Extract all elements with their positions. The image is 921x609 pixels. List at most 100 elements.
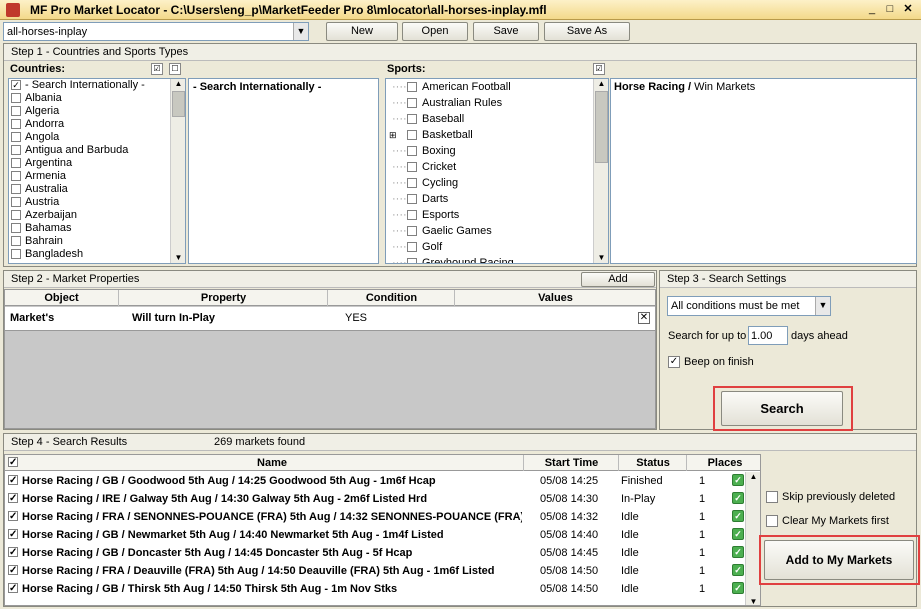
maximize-icon[interactable]: □: [882, 3, 898, 17]
sports-scrollbar[interactable]: ▲ ▼: [593, 79, 608, 263]
country-item[interactable]: Antigua and Barbuda: [9, 144, 185, 157]
result-row[interactable]: ✓ Horse Racing / GB / Doncaster 5th Aug /…: [5, 544, 745, 562]
uncheck-all-icon[interactable]: ☐: [169, 63, 181, 75]
sport-checkbox[interactable]: [407, 130, 417, 140]
skip-deleted-checkbox[interactable]: [766, 491, 778, 503]
sport-checkbox[interactable]: [407, 146, 417, 156]
sport-checkbox[interactable]: [407, 82, 417, 92]
days-input[interactable]: [748, 326, 788, 345]
sport-checkbox[interactable]: [407, 162, 417, 172]
sport-item[interactable]: ····· Cycling: [386, 175, 608, 191]
scroll-thumb[interactable]: [172, 91, 185, 117]
property-row[interactable]: Market's Will turn In-Play YES ✕: [5, 307, 655, 331]
country-item[interactable]: Angola: [9, 131, 185, 144]
sport-checkbox[interactable]: [407, 258, 417, 263]
sports-list[interactable]: ····· American Football ····· Australian Ru…: [385, 78, 609, 264]
country-checkbox[interactable]: [11, 236, 21, 246]
country-item[interactable]: ✓ - Search Internationally -: [9, 79, 185, 92]
result-row[interactable]: ✓ Horse Racing / FRA / Deauville (FRA) 5t…: [5, 562, 745, 580]
country-item[interactable]: Austria: [9, 196, 185, 209]
select-all-checkbox[interactable]: ✓: [8, 457, 18, 468]
sport-checkbox[interactable]: [407, 114, 417, 124]
conditions-select[interactable]: All conditions must be met ▼: [667, 296, 831, 316]
scroll-up-icon[interactable]: ▲: [171, 79, 185, 89]
sports-check-all-icon[interactable]: ☑: [593, 63, 605, 75]
country-item[interactable]: Albania: [9, 92, 185, 105]
country-checkbox[interactable]: ✓: [11, 80, 21, 90]
scroll-thumb[interactable]: [595, 91, 608, 163]
close-icon[interactable]: ✕: [900, 3, 916, 17]
country-item[interactable]: Argentina: [9, 157, 185, 170]
sport-item[interactable]: ····· Boxing: [386, 143, 608, 159]
result-row[interactable]: ✓ Horse Racing / IRE / Galway 5th Aug / 1…: [5, 490, 745, 508]
sport-item[interactable]: ····· Baseball: [386, 111, 608, 127]
country-checkbox[interactable]: [11, 132, 21, 142]
add-to-my-markets-button[interactable]: Add to My Markets: [764, 540, 914, 580]
save-as-button[interactable]: Save As: [544, 22, 630, 41]
result-row[interactable]: ✓ Horse Racing / GB / Newmarket 5th Aug /…: [5, 526, 745, 544]
country-item[interactable]: Andorra: [9, 118, 185, 131]
result-checkbox[interactable]: ✓: [8, 511, 18, 522]
country-checkbox[interactable]: [11, 158, 21, 168]
scroll-up-icon[interactable]: ▲: [746, 472, 760, 482]
scroll-up-icon[interactable]: ▲: [594, 79, 608, 89]
country-item[interactable]: Bangladesh: [9, 248, 185, 261]
sport-item[interactable]: ····· Golf: [386, 239, 608, 255]
country-checkbox[interactable]: [11, 210, 21, 220]
scroll-down-icon[interactable]: ▼: [171, 253, 185, 263]
country-item[interactable]: Australia: [9, 183, 185, 196]
result-checkbox[interactable]: ✓: [8, 565, 18, 576]
chevron-down-icon[interactable]: ▼: [815, 297, 830, 315]
country-item[interactable]: Bahrain: [9, 235, 185, 248]
chevron-down-icon[interactable]: ▼: [293, 23, 308, 40]
country-checkbox[interactable]: [11, 197, 21, 207]
results-scrollbar[interactable]: ▲ ▼: [745, 472, 760, 605]
sport-checkbox[interactable]: [407, 194, 417, 204]
result-checkbox[interactable]: ✓: [8, 493, 18, 504]
expand-icon[interactable]: ⊞: [389, 127, 397, 143]
sport-item[interactable]: ····· Darts: [386, 191, 608, 207]
country-item[interactable]: Azerbaijan: [9, 209, 185, 222]
country-checkbox[interactable]: [11, 93, 21, 103]
country-checkbox[interactable]: [11, 171, 21, 181]
result-checkbox[interactable]: ✓: [8, 475, 18, 486]
sport-item[interactable]: ⊞ Basketball: [386, 127, 608, 143]
sport-checkbox[interactable]: [407, 242, 417, 252]
countries-scrollbar[interactable]: ▲ ▼: [170, 79, 185, 263]
add-property-button[interactable]: Add: [581, 272, 655, 287]
country-checkbox[interactable]: [11, 249, 21, 259]
country-item[interactable]: Armenia: [9, 170, 185, 183]
country-checkbox[interactable]: [11, 106, 21, 116]
sport-item[interactable]: ····· Australian Rules: [386, 95, 608, 111]
country-checkbox[interactable]: [11, 119, 21, 129]
country-item[interactable]: Bahamas: [9, 222, 185, 235]
sport-item[interactable]: ····· Cricket: [386, 159, 608, 175]
minimize-icon[interactable]: _: [864, 3, 880, 17]
sport-item[interactable]: ····· American Football: [386, 79, 608, 95]
result-checkbox[interactable]: ✓: [8, 583, 18, 594]
country-item[interactable]: Algeria: [9, 105, 185, 118]
result-row[interactable]: ✓ Horse Racing / FRA / SENONNES-POUANCE (…: [5, 508, 745, 526]
clear-markets-checkbox[interactable]: [766, 515, 778, 527]
sport-checkbox[interactable]: [407, 210, 417, 220]
file-combo[interactable]: all-horses-inplay ▼: [3, 22, 309, 41]
sport-item[interactable]: ····· Gaelic Games: [386, 223, 608, 239]
open-button[interactable]: Open: [402, 22, 468, 41]
result-checkbox[interactable]: ✓: [8, 529, 18, 540]
sport-item[interactable]: ····· Greyhound Racing: [386, 255, 608, 263]
sport-checkbox[interactable]: [407, 98, 417, 108]
result-checkbox[interactable]: ✓: [8, 547, 18, 558]
scroll-down-icon[interactable]: ▼: [594, 253, 608, 263]
new-button[interactable]: New: [326, 22, 398, 41]
country-checkbox[interactable]: [11, 184, 21, 194]
result-row[interactable]: ✓ Horse Racing / GB / Goodwood 5th Aug / …: [5, 472, 745, 490]
country-checkbox[interactable]: [11, 145, 21, 155]
sport-checkbox[interactable]: [407, 226, 417, 236]
result-row[interactable]: ✓ Horse Racing / GB / Thirsk 5th Aug / 14…: [5, 580, 745, 598]
save-button[interactable]: Save: [473, 22, 539, 41]
beep-checkbox[interactable]: ✓: [668, 356, 680, 368]
scroll-down-icon[interactable]: ▼: [746, 597, 760, 605]
delete-property-icon[interactable]: ✕: [638, 312, 650, 324]
sport-item[interactable]: ····· Esports: [386, 207, 608, 223]
sport-checkbox[interactable]: [407, 178, 417, 188]
